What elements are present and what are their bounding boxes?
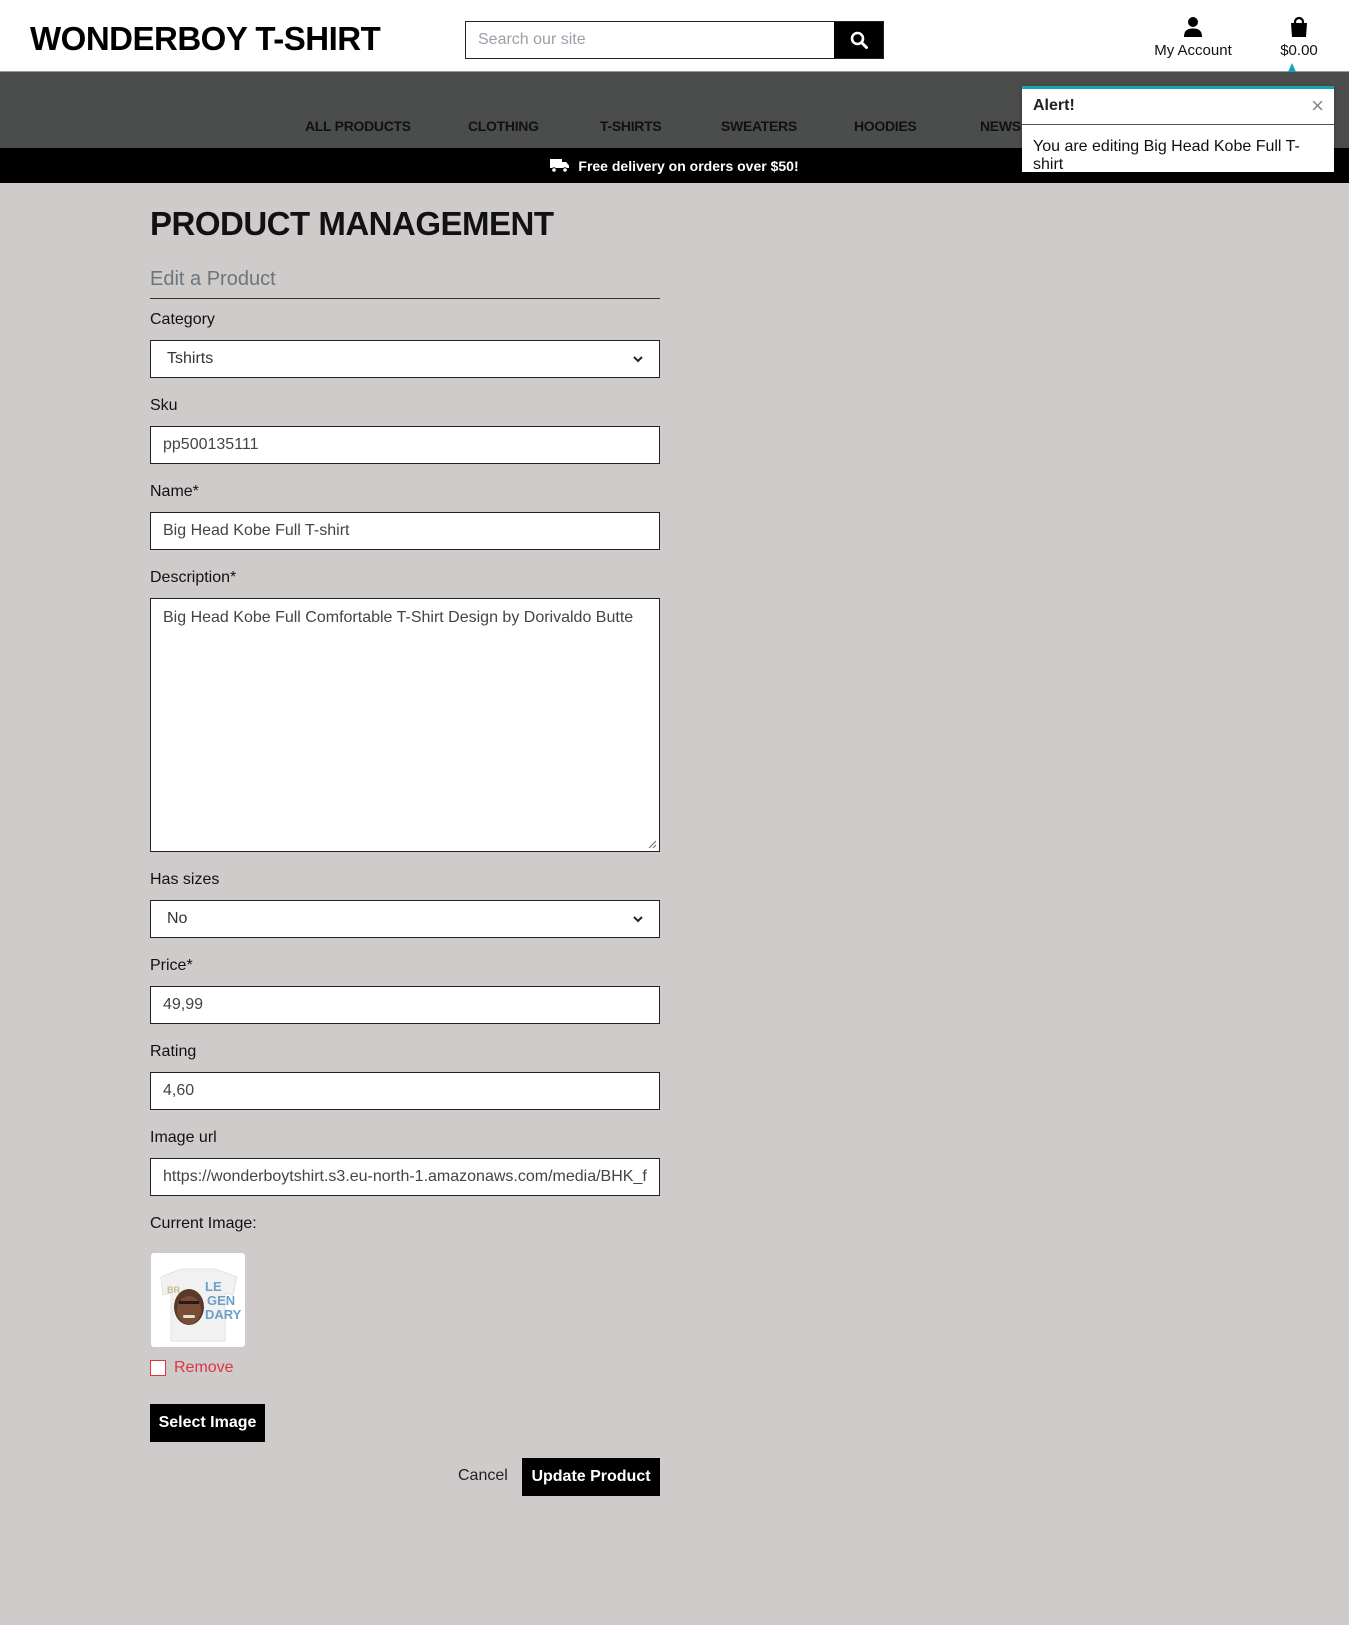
category-label: Category <box>150 311 215 328</box>
site-header: WONDERBOY T-SHIRT My Account $0.00 <box>0 0 1349 72</box>
nav-news[interactable]: NEWS <box>980 118 1021 134</box>
close-icon[interactable]: × <box>1311 93 1324 119</box>
svg-text:BR: BR <box>167 1285 180 1295</box>
subtitle-divider <box>150 298 660 299</box>
category-select[interactable]: Tshirts <box>150 340 660 378</box>
resize-handle-icon[interactable] <box>648 840 657 849</box>
price-input[interactable]: 49,99 <box>150 986 660 1024</box>
description-label: Description* <box>150 569 237 586</box>
description-value: Big Head Kobe Full Comfortable T-Shirt D… <box>163 609 634 626</box>
sku-label: Sku <box>150 397 178 414</box>
image-url-input[interactable]: https://wonderboytshirt.s3.eu-north-1.am… <box>150 1158 660 1196</box>
remove-image-label[interactable]: Remove <box>174 1359 234 1377</box>
my-account-link[interactable]: My Account <box>1148 16 1238 59</box>
sku-input[interactable]: pp500135111 <box>150 426 660 464</box>
page-title: PRODUCT MANAGEMENT <box>150 205 554 242</box>
nav-all-products[interactable]: ALL PRODUCTS <box>305 118 411 134</box>
shopping-bag-link[interactable]: $0.00 <box>1270 16 1328 59</box>
delivery-text: Free delivery on orders over $50! <box>578 157 799 174</box>
alert-header: Alert! × <box>1022 89 1334 125</box>
alert-toast: Alert! × You are editing Big Head Kobe F… <box>1022 86 1334 173</box>
nav-sweaters[interactable]: SWEATERS <box>721 118 797 134</box>
has-sizes-value: No <box>167 910 188 927</box>
chevron-down-icon <box>633 355 643 362</box>
image-url-label: Image url <box>150 1129 217 1146</box>
category-value: Tshirts <box>167 350 214 367</box>
product-thumbnail-image: BR LE GEN DARY <box>153 1255 243 1345</box>
my-account-label: My Account <box>1154 42 1232 59</box>
user-icon <box>1184 17 1202 37</box>
alert-message: You are editing Big Head Kobe Full T-shi… <box>1033 138 1300 173</box>
alert-title: Alert! <box>1033 97 1075 114</box>
search-input[interactable] <box>466 22 834 58</box>
price-label: Price* <box>150 957 193 974</box>
current-image-label: Current Image: <box>150 1215 257 1232</box>
search-icon <box>850 31 868 49</box>
nav-t-shirts[interactable]: T-SHIRTS <box>600 118 662 134</box>
has-sizes-select[interactable]: No <box>150 900 660 938</box>
svg-text:DARY: DARY <box>205 1307 242 1322</box>
shopping-bag-icon <box>1291 16 1307 37</box>
chevron-down-icon <box>633 915 643 922</box>
svg-text:GEN: GEN <box>207 1293 235 1308</box>
cancel-link[interactable]: Cancel <box>458 1467 508 1485</box>
rating-label: Rating <box>150 1043 197 1060</box>
brand-logo[interactable]: WONDERBOY T-SHIRT <box>30 20 381 58</box>
update-product-button[interactable]: Update Product <box>522 1458 660 1496</box>
has-sizes-label: Has sizes <box>150 871 220 888</box>
description-textarea[interactable]: Big Head Kobe Full Comfortable T-Shirt D… <box>150 598 660 852</box>
search-button[interactable] <box>834 22 883 58</box>
svg-text:LE: LE <box>205 1279 222 1294</box>
current-image-thumbnail[interactable]: BR LE GEN DARY <box>150 1252 246 1348</box>
truck-icon <box>550 159 570 173</box>
name-label: Name* <box>150 483 199 500</box>
select-image-button[interactable]: Select Image <box>150 1404 265 1442</box>
name-input[interactable]: Big Head Kobe Full T-shirt <box>150 512 660 550</box>
search-form <box>465 21 884 59</box>
alert-pointer <box>1288 63 1296 72</box>
nav-clothing[interactable]: CLOTHING <box>468 118 539 134</box>
rating-input[interactable]: 4,60 <box>150 1072 660 1110</box>
page-subtitle: Edit a Product <box>150 268 276 290</box>
bag-total: $0.00 <box>1280 42 1318 59</box>
remove-image-control[interactable]: Remove <box>150 1359 234 1377</box>
remove-image-checkbox[interactable] <box>150 1360 166 1376</box>
nav-hoodies[interactable]: HOODIES <box>854 118 917 134</box>
